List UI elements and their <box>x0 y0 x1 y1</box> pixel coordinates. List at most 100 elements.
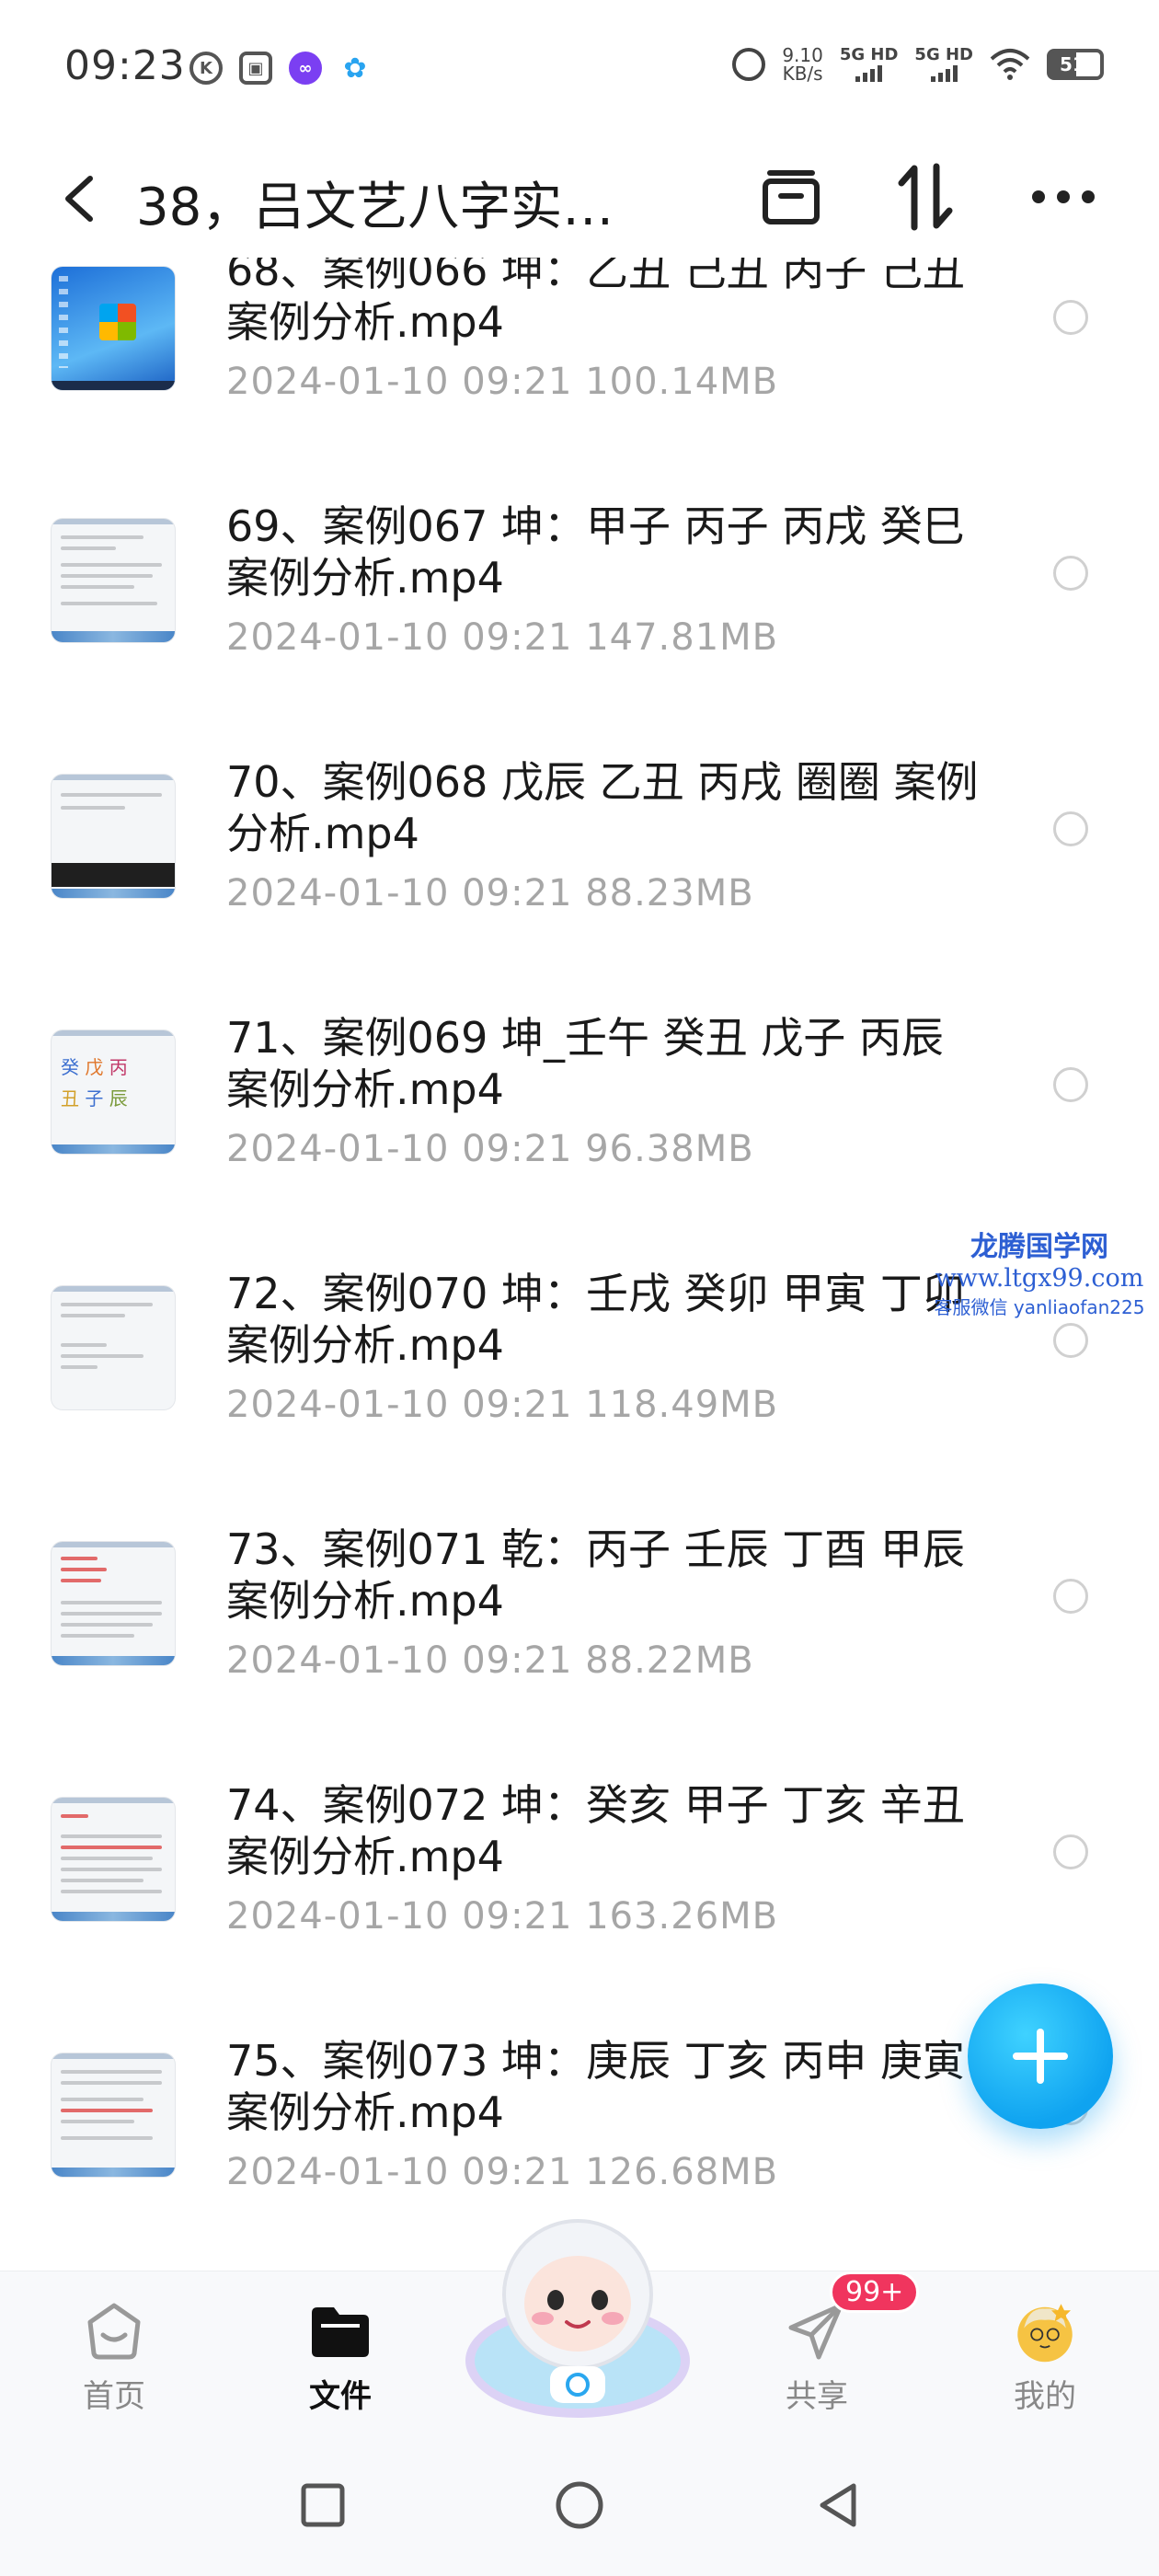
network-label-2: 5G HD <box>914 45 973 64</box>
file-meta: 2024-01-10 09:21 100.14MB <box>226 361 778 403</box>
square-icon <box>301 2483 345 2527</box>
file-time: 09:21 <box>462 2151 573 2193</box>
home-icon <box>82 2299 146 2363</box>
battery-level: 51 <box>1060 53 1085 75</box>
file-time: 09:21 <box>462 361 573 403</box>
file-size: 88.23MB <box>585 872 754 914</box>
mascot-icon <box>465 2219 690 2418</box>
file-date: 2024-01-10 <box>226 616 450 659</box>
file-name: 74、案例072 坤：癸亥 甲子 丁亥 辛丑 案例分析.mp4 <box>226 1780 965 1881</box>
back-icon[interactable] <box>57 173 103 224</box>
file-meta: 2024-01-10 09:21 118.49MB <box>226 1384 778 1426</box>
network-label-1: 5G HD <box>839 45 899 64</box>
nav-label: 文件 <box>309 2378 372 2415</box>
sort-button[interactable] <box>889 160 962 234</box>
file-name: 72、案例070 坤：壬戌 癸卯 甲寅 丁卯 案例分析.mp4 <box>226 1269 965 1370</box>
app-notification-icon: ▣ <box>239 52 272 85</box>
page-title: 38，吕文艺八字实… <box>136 178 614 237</box>
status-bar: 09:23 K ▣ ∞ ✿ 9.10 KB/s 5G HD 5G HD 51 <box>0 0 1159 138</box>
cloud-app-icon: ✿ <box>343 52 367 85</box>
file-name: 69、案例067 坤：甲子 丙子 丙戌 癸巳 案例分析.mp4 <box>226 501 965 603</box>
file-size: 126.68MB <box>585 2151 779 2193</box>
file-name: 75、案例073 坤：庚辰 丁亥 丙申 庚寅 案例分析.mp4 <box>226 2036 965 2137</box>
alarm-icon <box>732 48 766 81</box>
select-radio[interactable] <box>1053 1834 1088 1869</box>
infinity-app-icon: ∞ <box>289 52 322 85</box>
sort-icon <box>898 163 953 231</box>
file-item[interactable]: 73、案例071 乾：丙子 壬辰 丁酉 甲辰 案例分析.mp4 2024-01-… <box>0 1524 1159 1779</box>
mascot-center-button[interactable] <box>458 2204 697 2425</box>
select-radio[interactable] <box>1053 1579 1088 1614</box>
file-date: 2024-01-10 <box>226 2151 450 2193</box>
file-date: 2024-01-10 <box>226 1639 450 1682</box>
nav-profile[interactable]: 我的 <box>962 2271 1128 2437</box>
file-date: 2024-01-10 <box>226 1895 450 1938</box>
video-thumbnail <box>52 775 175 898</box>
nav-label: 我的 <box>1014 2378 1076 2415</box>
file-item[interactable]: 68、案例066 坤：乙丑 己丑 丙子 己丑 案例分析.mp4 2024-01-… <box>0 258 1159 500</box>
speed-unit: KB/s <box>782 63 823 85</box>
file-size: 100.14MB <box>585 361 779 403</box>
video-thumbnail: 癸 戊 丙 丑 子 辰 <box>52 1030 175 1154</box>
select-box-icon <box>763 170 820 224</box>
video-thumbnail <box>52 1798 175 1921</box>
more-button[interactable] <box>1027 160 1100 234</box>
file-meta: 2024-01-10 09:21 126.68MB <box>226 2151 778 2193</box>
nav-home[interactable]: 首页 <box>31 2271 197 2437</box>
file-item[interactable]: 74、案例072 坤：癸亥 甲子 丁亥 辛丑 案例分析.mp4 2024-01-… <box>0 1779 1159 2035</box>
video-thumbnail <box>52 1542 175 1665</box>
file-item[interactable]: 70、案例068 戊辰 乙丑 丙戌 圈圈 案例分析.mp4 2024-01-10… <box>0 756 1159 1012</box>
file-name: 73、案例071 乾：丙子 壬辰 丁酉 甲辰 案例分析.mp4 <box>226 1524 965 1626</box>
file-time: 09:21 <box>462 1639 573 1682</box>
file-time: 09:21 <box>462 872 573 914</box>
circle-icon <box>556 2481 603 2529</box>
battery-icon: 51 <box>1047 49 1104 80</box>
file-time: 09:21 <box>462 616 573 659</box>
system-nav-bar <box>0 2436 1159 2576</box>
signal-1: 5G HD <box>839 45 899 82</box>
file-size: 163.26MB <box>585 1895 779 1938</box>
select-radio[interactable] <box>1053 556 1088 591</box>
file-meta: 2024-01-10 09:21 88.22MB <box>226 1639 754 1682</box>
select-radio[interactable] <box>1053 1067 1088 1102</box>
signal-bars-icon <box>930 63 958 82</box>
file-size: 88.22MB <box>585 1639 754 1682</box>
signal-2: 5G HD <box>914 47 973 82</box>
file-date: 2024-01-10 <box>226 1128 450 1170</box>
notification-badge: 99+ <box>830 2271 920 2313</box>
back-system-button[interactable] <box>806 2473 870 2537</box>
file-size: 118.49MB <box>585 1384 779 1426</box>
file-meta: 2024-01-10 09:21 147.81MB <box>226 616 778 659</box>
video-thumbnail <box>52 2053 175 2177</box>
nav-label: 首页 <box>83 2378 145 2415</box>
file-date: 2024-01-10 <box>226 361 450 403</box>
file-meta: 2024-01-10 09:21 88.23MB <box>226 872 754 914</box>
watermark: 龙腾国学网 www.ltgx99.com 客服微信 yanliaofan225 <box>929 1224 1150 1319</box>
select-radio[interactable] <box>1053 300 1088 335</box>
file-item[interactable]: 69、案例067 坤：甲子 丙子 丙戌 癸巳 案例分析.mp4 2024-01-… <box>0 500 1159 756</box>
select-radio[interactable] <box>1053 1323 1088 1358</box>
header: 38，吕文艺八字实… <box>0 138 1159 258</box>
notification-icons: K ▣ ∞ ✿ <box>189 52 372 85</box>
file-size: 96.38MB <box>585 1128 754 1170</box>
file-name: 71、案例069 坤_壬午 癸丑 戊子 丙辰 案例分析.mp4 <box>226 1013 944 1114</box>
recents-button[interactable] <box>291 2473 355 2537</box>
file-meta: 2024-01-10 09:21 163.26MB <box>226 1895 778 1938</box>
file-meta: 2024-01-10 09:21 96.38MB <box>226 1128 754 1170</box>
file-date: 2024-01-10 <box>226 1384 450 1426</box>
triangle-back-icon <box>820 2483 856 2527</box>
home-system-button[interactable] <box>547 2473 612 2537</box>
select-radio[interactable] <box>1053 811 1088 846</box>
nav-files[interactable]: 文件 <box>258 2271 423 2437</box>
add-button[interactable] <box>968 1984 1113 2129</box>
file-time: 09:21 <box>462 1128 573 1170</box>
status-time: 09:23 <box>64 42 186 89</box>
nav-share[interactable]: 99+ 共享 <box>734 2271 920 2437</box>
file-size: 147.81MB <box>585 616 779 659</box>
plus-icon <box>1013 2029 1068 2084</box>
video-thumbnail <box>52 519 175 642</box>
select-box-button[interactable] <box>754 160 828 234</box>
file-time: 09:21 <box>462 1384 573 1426</box>
watermark-name: 龙腾国学网 <box>970 1231 1108 1263</box>
k-app-icon: K <box>189 52 223 85</box>
